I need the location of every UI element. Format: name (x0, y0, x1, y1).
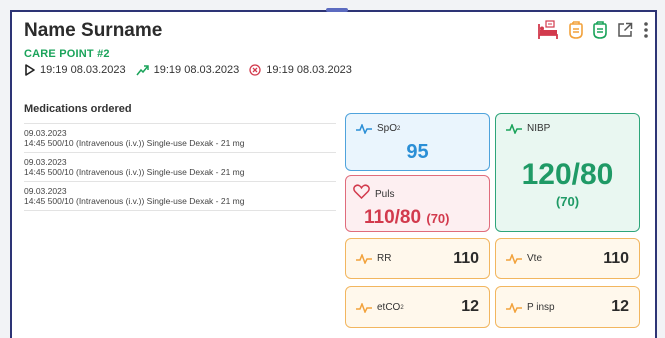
pulse-wave-icon (356, 253, 372, 264)
open-external-icon[interactable] (617, 22, 633, 38)
nibp-mean: (70) (555, 194, 580, 209)
pulse-wave-icon (506, 253, 522, 264)
medication-detail: 14:45 500/10 (Intravenous (i.v.)) Single… (24, 138, 245, 148)
frame-top-accent (326, 8, 348, 12)
more-vertical-icon[interactable] (643, 21, 649, 39)
spo2-value: 95 (406, 141, 429, 163)
medication-date: 09.03.2023 (24, 128, 67, 138)
start-time: 19:19 08.03.2023 (24, 64, 126, 76)
medication-item[interactable]: 09.03.2023 14:45 500/10 (Intravenous (i.… (24, 182, 336, 211)
care-point-label: CARE POINT #2 (24, 48, 110, 60)
trend-time: 19:19 08.03.2023 (136, 64, 240, 76)
pinsp-label: P insp (506, 302, 555, 313)
medication-date: 09.03.2023 (24, 157, 67, 167)
puls-value: 110/80 (70) (364, 207, 449, 229)
nibp-value: 120/80 (521, 158, 614, 191)
cancel-time: 19:19 08.03.2023 (249, 64, 352, 76)
cancel-time-text: 19:19 08.03.2023 (266, 64, 352, 76)
medication-detail: 14:45 500/10 (Intravenous (i.v.)) Single… (24, 196, 245, 206)
bag-icon-orange[interactable] (569, 21, 583, 39)
puls-label: Puls (353, 183, 394, 200)
etco2-value: 12 (461, 298, 479, 315)
medication-detail: 14:45 500/10 (Intravenous (i.v.)) Single… (24, 167, 245, 177)
etco2-tile[interactable]: etCO 2 12 (345, 286, 490, 328)
puls-mean: (70) (426, 211, 450, 226)
play-icon (25, 64, 35, 76)
rr-label: RR (356, 253, 391, 264)
medication-item[interactable]: 09.03.2023 14:45 500/10 (Intravenous (i.… (24, 124, 336, 153)
spo2-label: SpO 2 (356, 123, 400, 134)
pinsp-value: 12 (611, 298, 629, 315)
bag-icon-green[interactable] (593, 21, 607, 39)
medication-item[interactable]: 09.03.2023 14:45 500/10 (Intravenous (i.… (24, 153, 336, 182)
rr-tile[interactable]: RR 110 (345, 238, 490, 279)
medications-panel: Medications ordered 09.03.2023 14:45 500… (24, 103, 336, 211)
start-time-text: 19:19 08.03.2023 (40, 64, 126, 76)
nibp-label: NIBP (506, 123, 550, 134)
timestamps-row: 19:19 08.03.2023 19:19 08.03.2023 19:19 … (24, 64, 362, 76)
vte-tile[interactable]: Vte 110 (495, 238, 640, 279)
patient-name[interactable]: Name Surname (24, 20, 162, 42)
pulse-wave-icon (506, 123, 522, 134)
pinsp-tile[interactable]: P insp 12 (495, 286, 640, 328)
rr-value: 110 (453, 250, 479, 267)
spo2-tile[interactable]: SpO 2 95 (345, 113, 490, 171)
vte-label: Vte (506, 253, 542, 264)
medications-title: Medications ordered (24, 103, 336, 124)
cancel-circle-icon (249, 64, 261, 76)
etco2-label: etCO 2 (356, 302, 404, 313)
trend-time-text: 19:19 08.03.2023 (153, 64, 240, 76)
header-actions (527, 20, 649, 40)
nibp-tile[interactable]: NIBP 120/80 (70) (495, 113, 640, 232)
puls-main-value: 110/80 (364, 207, 422, 228)
bed-icon[interactable] (537, 20, 559, 40)
pulse-wave-icon (356, 123, 372, 134)
puls-tile[interactable]: Puls 110/80 (70) (345, 175, 490, 232)
heart-icon (353, 184, 370, 199)
pulse-wave-icon (506, 302, 522, 313)
pulse-wave-icon (356, 302, 372, 313)
medication-date: 09.03.2023 (24, 186, 67, 196)
vte-value: 110 (603, 250, 629, 267)
trend-icon (136, 65, 149, 76)
